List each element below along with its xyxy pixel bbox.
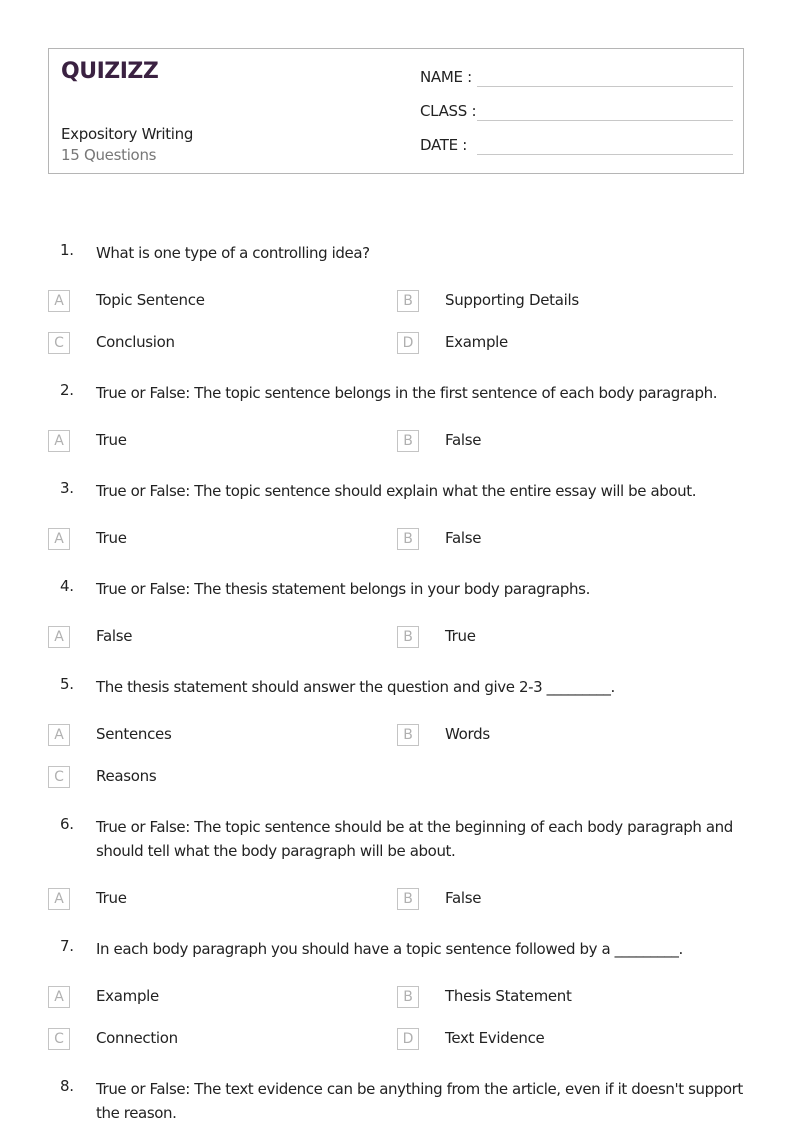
option-letter-box: A bbox=[48, 626, 70, 648]
option-text: True bbox=[445, 627, 476, 645]
name-label: NAME : bbox=[420, 68, 472, 86]
option-letter-box: C bbox=[48, 766, 70, 788]
option-text: Reasons bbox=[96, 767, 157, 785]
option-text: False bbox=[445, 889, 482, 907]
option-text: Supporting Details bbox=[445, 291, 579, 309]
option-text: Conclusion bbox=[96, 333, 175, 351]
option-letter-box: C bbox=[48, 1028, 70, 1050]
question-text: In each body paragraph you should have a… bbox=[96, 940, 683, 958]
question-number: 5. bbox=[60, 675, 74, 693]
name-line[interactable] bbox=[477, 86, 733, 87]
date-line[interactable] bbox=[477, 154, 733, 155]
class-field[interactable]: CLASS : bbox=[420, 102, 733, 126]
option-text: Example bbox=[445, 333, 508, 351]
option-text: False bbox=[445, 431, 482, 449]
option-letter-box: A bbox=[48, 986, 70, 1008]
option-letter-box: B bbox=[397, 986, 419, 1008]
option-letter-box: B bbox=[397, 290, 419, 312]
option-text: Connection bbox=[96, 1029, 178, 1047]
class-line[interactable] bbox=[477, 120, 733, 121]
worksheet-header: QUIZIZZ Expository Writing 15 Questions … bbox=[48, 48, 744, 174]
question-text: True or False: The topic sentence belong… bbox=[96, 384, 718, 402]
question-number: 1. bbox=[60, 241, 74, 259]
option-letter-box: A bbox=[48, 888, 70, 910]
option-letter-box: D bbox=[397, 1028, 419, 1050]
name-field[interactable]: NAME : bbox=[420, 68, 733, 92]
quizizz-logo: QUIZIZZ bbox=[61, 59, 159, 84]
option-letter-box: A bbox=[48, 528, 70, 550]
option-text: Text Evidence bbox=[445, 1029, 545, 1047]
question-text: True or False: The text evidence can be … bbox=[96, 1080, 743, 1122]
worksheet-title: Expository Writing bbox=[61, 125, 194, 143]
option-letter-box: A bbox=[48, 724, 70, 746]
option-text: Words bbox=[445, 725, 490, 743]
option-text: False bbox=[96, 627, 133, 645]
option-letter-box: B bbox=[397, 724, 419, 746]
question-text: True or False: The topic sentence should… bbox=[96, 482, 697, 500]
option-letter-box: B bbox=[397, 888, 419, 910]
option-letter-box: C bbox=[48, 332, 70, 354]
option-letter-box: D bbox=[397, 332, 419, 354]
option-text: True bbox=[96, 529, 127, 547]
question-text: The thesis statement should answer the q… bbox=[96, 678, 615, 696]
question-number: 8. bbox=[60, 1077, 74, 1095]
question-text: True or False: The topic sentence should… bbox=[96, 818, 733, 860]
class-label: CLASS : bbox=[420, 102, 477, 120]
question-text: True or False: The thesis statement belo… bbox=[96, 580, 590, 598]
option-text: True bbox=[96, 889, 127, 907]
question-number: 3. bbox=[60, 479, 74, 497]
question-text: What is one type of a controlling idea? bbox=[96, 244, 370, 262]
question-number: 4. bbox=[60, 577, 74, 595]
option-letter-box: B bbox=[397, 430, 419, 452]
option-text: Sentences bbox=[96, 725, 172, 743]
option-text: Topic Sentence bbox=[96, 291, 205, 309]
option-text: False bbox=[445, 529, 482, 547]
option-text: Thesis Statement bbox=[445, 987, 572, 1005]
option-text: True bbox=[96, 431, 127, 449]
option-letter-box: A bbox=[48, 430, 70, 452]
question-number: 7. bbox=[60, 937, 74, 955]
option-letter-box: A bbox=[48, 290, 70, 312]
option-letter-box: B bbox=[397, 528, 419, 550]
date-field[interactable]: DATE : bbox=[420, 136, 733, 160]
question-count: 15 Questions bbox=[61, 146, 157, 164]
option-text: Example bbox=[96, 987, 159, 1005]
option-letter-box: B bbox=[397, 626, 419, 648]
question-number: 6. bbox=[60, 815, 74, 833]
question-number: 2. bbox=[60, 381, 74, 399]
date-label: DATE : bbox=[420, 136, 468, 154]
